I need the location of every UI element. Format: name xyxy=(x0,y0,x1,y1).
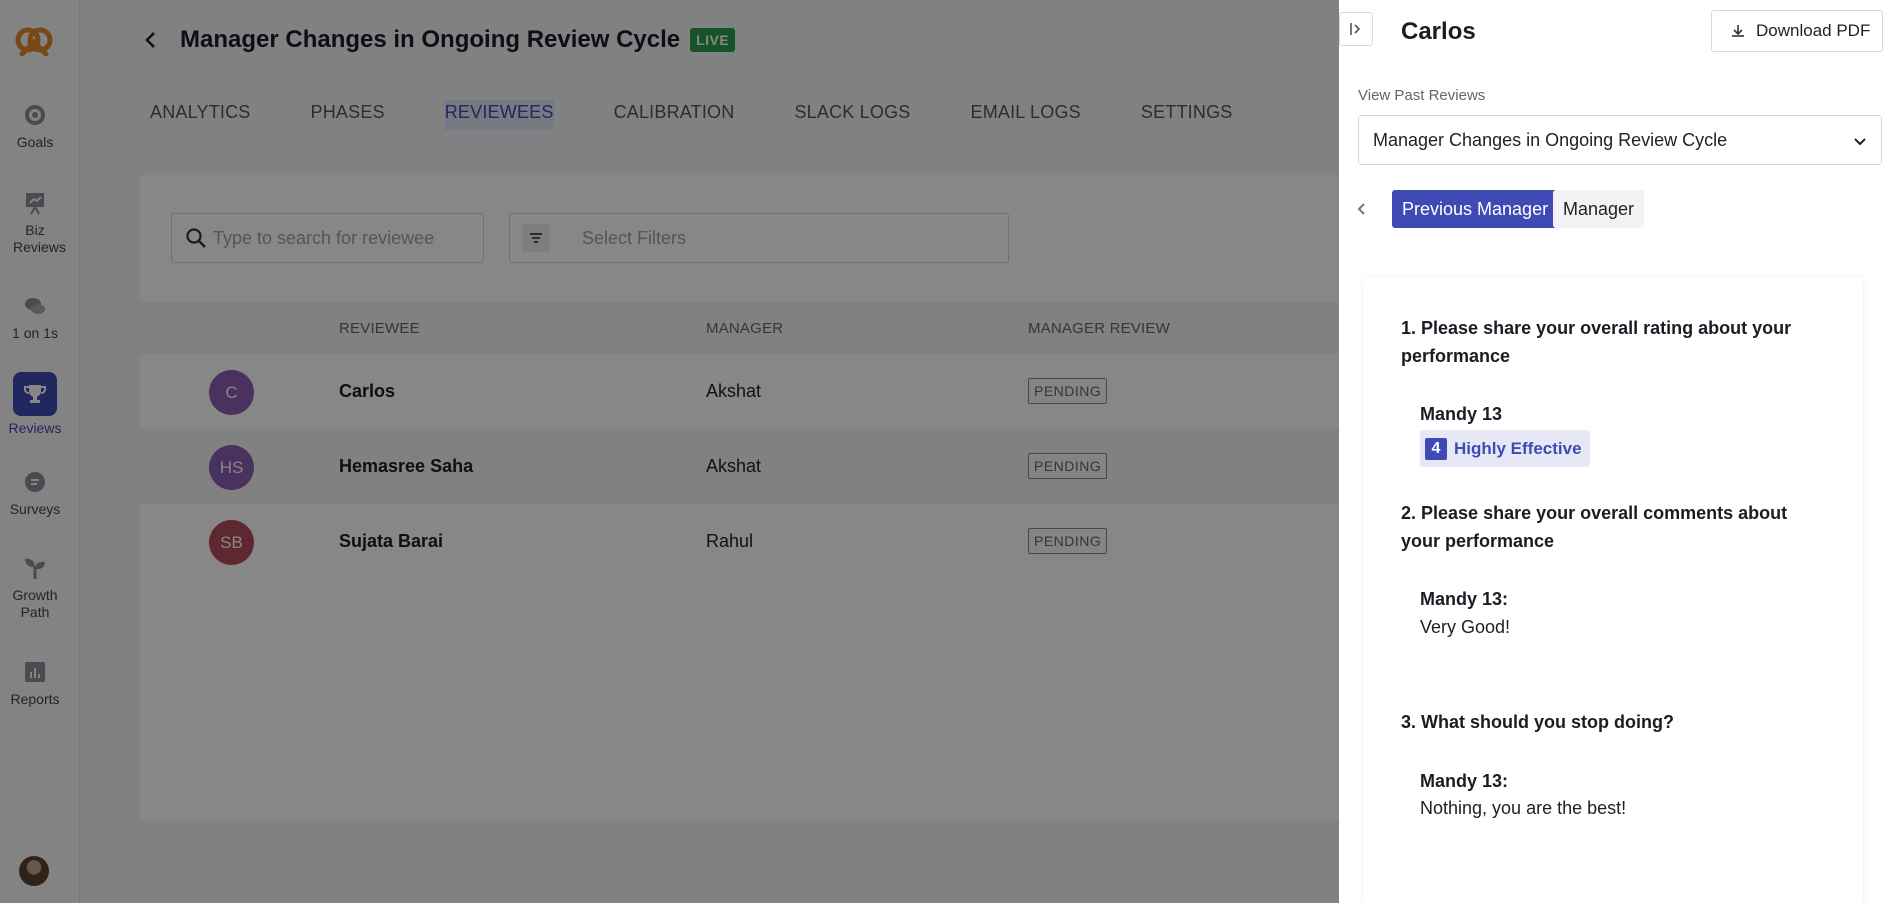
review-answers-card: 1. Please share your overall rating abou… xyxy=(1363,277,1863,903)
reviewer-chip-row: Previous Manager Manager xyxy=(1353,190,1883,230)
question-2: 2. Please share your overall comments ab… xyxy=(1401,503,1788,551)
past-reviews-label: View Past Reviews xyxy=(1358,87,1486,104)
modal-backdrop[interactable] xyxy=(0,0,1339,903)
selected-cycle: Manager Changes in Ongoing Review Cycle xyxy=(1373,129,1728,150)
answer-text: Very Good! xyxy=(1420,617,1511,637)
chevron-down-icon xyxy=(1854,138,1866,146)
download-icon xyxy=(1732,25,1744,37)
collapse-drawer-button[interactable] xyxy=(1339,12,1373,46)
reviewee-drawer: Carlos Download PDF View Past Reviews Ma… xyxy=(1339,0,1883,903)
rating-label: Highly Effective xyxy=(1454,438,1582,458)
answer-text: Nothing, you are the best! xyxy=(1420,798,1627,818)
responder-name: Mandy 13: xyxy=(1420,589,1509,609)
chevron-right-icon[interactable] xyxy=(1878,200,1883,218)
responder-name: Mandy 13 xyxy=(1420,404,1503,424)
chip-previous-manager[interactable]: Previous Manager xyxy=(1392,190,1559,228)
chevron-left-icon[interactable] xyxy=(1353,200,1371,218)
download-pdf-label: Download PDF xyxy=(1756,21,1871,40)
chip-manager[interactable]: Manager xyxy=(1553,190,1645,228)
question-3: 3. What should you stop doing? xyxy=(1401,712,1674,732)
rating-badge: 4 Highly Effective xyxy=(1420,430,1590,467)
download-pdf-button[interactable]: Download PDF xyxy=(1711,10,1883,52)
collapse-panel-icon xyxy=(1350,23,1361,35)
past-reviews-select[interactable]: Manager Changes in Ongoing Review Cycle xyxy=(1358,115,1882,165)
question-1: 1. Please share your overall rating abou… xyxy=(1401,318,1792,366)
responder-name: Mandy 13: xyxy=(1420,771,1509,791)
drawer-title: Carlos xyxy=(1401,18,1476,45)
rating-value: 4 xyxy=(1425,437,1447,460)
